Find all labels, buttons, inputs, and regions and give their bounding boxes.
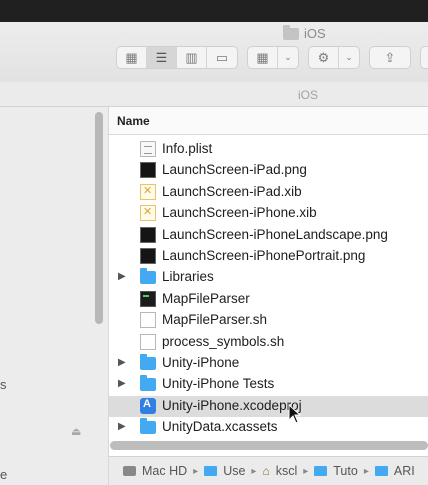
disclosure-triangle-icon[interactable]: ▶ [118, 357, 126, 368]
file-name: Unity-iPhone [162, 355, 240, 370]
group-by-button[interactable]: ▦ ⌄ [247, 46, 299, 69]
file-row[interactable]: LaunchScreen-iPhoneLandscape.png [109, 225, 428, 246]
chevron-right-icon: ▸ [251, 465, 257, 477]
mouse-cursor-icon [288, 404, 302, 424]
document-icon [140, 333, 156, 350]
folder-icon [204, 466, 218, 476]
file-name: LaunchScreen-iPad.png [162, 162, 307, 178]
file-row[interactable]: LaunchScreen-iPhone.xib [109, 203, 428, 224]
folder-icon [374, 466, 388, 476]
file-name: LaunchScreen-iPhonePortrait.png [162, 248, 366, 263]
file-name: UnityData.xcassets [162, 419, 278, 435]
file-row[interactable]: process_symbols.sh [109, 332, 428, 353]
action-button[interactable]: ⚙ ⌄ [308, 46, 360, 69]
file-name: MapFileParser [162, 290, 250, 306]
folder-icon [140, 418, 156, 435]
xib-file-icon [140, 205, 156, 222]
file-name: MapFileParser.sh [162, 312, 268, 328]
path-header: iOS [0, 82, 428, 107]
window-title-text: iOS [304, 26, 326, 41]
path-crumb[interactable]: kscl [276, 464, 298, 478]
path-bar: Mac HD ▸ Use ▸ ⌂ kscl ▸ Tuto ▸ ARI [109, 456, 428, 485]
file-name: Libraries [162, 269, 214, 285]
image-file-icon [140, 162, 156, 179]
xib-file-icon [140, 183, 156, 200]
disclosure-triangle-icon[interactable]: ▶ [118, 271, 126, 282]
file-name: Unity-iPhone Tests [162, 376, 275, 392]
plist-file-icon [140, 141, 156, 157]
column-view-icon[interactable]: ▥ [177, 47, 207, 68]
document-icon [140, 312, 156, 329]
share-icon: ⇪ [384, 49, 396, 65]
eject-icon[interactable]: ⏏ [71, 425, 81, 438]
chevron-down-icon: ⌄ [345, 52, 353, 62]
sidebar: s e ⏏ [0, 107, 109, 485]
gallery-view-icon[interactable]: ▭ [207, 47, 237, 68]
file-row[interactable]: ▶ Libraries [109, 267, 428, 288]
window-top-bar [0, 0, 428, 22]
file-row[interactable]: LaunchScreen-iPhonePortrait.png [109, 246, 428, 267]
image-file-icon [140, 226, 156, 243]
sidebar-partial-text[interactable]: s [0, 377, 7, 392]
file-name: process_symbols.sh [162, 333, 285, 349]
folder-icon [140, 354, 156, 370]
file-row[interactable]: MapFileParser.sh [109, 310, 428, 331]
disclosure-triangle-icon[interactable]: ▶ [118, 378, 126, 389]
chevron-right-icon: ▸ [193, 465, 199, 477]
image-file-icon [140, 248, 156, 264]
file-row[interactable]: ▶ Unity-iPhone [109, 353, 428, 374]
path-crumb[interactable]: ARI [394, 464, 415, 478]
chevron-right-icon: ▸ [363, 465, 369, 477]
file-name: LaunchScreen-iPad.xib [162, 183, 302, 199]
path-crumb[interactable]: Tuto [333, 464, 358, 478]
file-row[interactable]: Unity-iPhone.xcodeproj [109, 395, 428, 417]
list-view-icon[interactable]: ☰ [147, 47, 177, 68]
file-row[interactable]: Info.plist [109, 139, 428, 160]
file-name: LaunchScreen-iPhoneLandscape.png [162, 226, 388, 242]
folder-icon [314, 466, 328, 476]
executable-icon [140, 290, 156, 307]
xcode-project-icon [140, 397, 156, 414]
horizontal-scrollbar[interactable] [110, 441, 428, 450]
name-column-header[interactable]: Name [109, 107, 428, 135]
file-name: LaunchScreen-iPhone.xib [162, 205, 317, 221]
folder-icon [283, 24, 299, 40]
window-title: iOS [283, 24, 326, 41]
gear-icon: ⚙ [309, 47, 339, 68]
file-row[interactable]: ▶ UnityData.xcassets [109, 417, 428, 438]
folder-icon [140, 375, 156, 392]
chevron-down-icon: ⌄ [284, 52, 292, 62]
sidebar-partial-text[interactable]: e [0, 467, 7, 482]
file-name: Info.plist [162, 141, 213, 156]
chevron-right-icon: ▸ [303, 465, 309, 477]
share-button[interactable]: ⇪ [369, 46, 411, 69]
view-mode-control[interactable]: ▦ ☰ ▥ ▭ [116, 46, 238, 69]
file-name: Unity-iPhone.xcodeproj [162, 397, 302, 413]
hard-drive-icon [123, 466, 136, 476]
grid-icon: ▦ [248, 47, 278, 68]
finder-toolbar: iOS ▦ ☰ ▥ ▭ ▦ ⌄ ⚙ ⌄ ⇪ [0, 22, 428, 83]
path-header-label: iOS [298, 88, 319, 102]
path-crumb[interactable]: Mac HD [142, 464, 187, 478]
disclosure-triangle-icon[interactable]: ▶ [118, 421, 126, 432]
file-list: Name Info.plist LaunchScreen-iPad.png Laun… [109, 107, 428, 455]
tag-button[interactable] [420, 46, 428, 69]
file-row[interactable]: LaunchScreen-iPad.xib [109, 182, 428, 203]
sidebar-scrollbar[interactable] [95, 112, 103, 324]
icon-view-icon[interactable]: ▦ [117, 47, 147, 68]
file-row[interactable]: ▶ Unity-iPhone Tests [109, 374, 428, 395]
home-icon: ⌂ [262, 464, 270, 478]
file-row[interactable]: LaunchScreen-iPad.png [109, 160, 428, 181]
path-crumb[interactable]: Use [223, 464, 245, 478]
name-column-label: Name [117, 114, 150, 128]
folder-icon [140, 268, 156, 285]
file-row[interactable]: MapFileParser [109, 289, 428, 310]
